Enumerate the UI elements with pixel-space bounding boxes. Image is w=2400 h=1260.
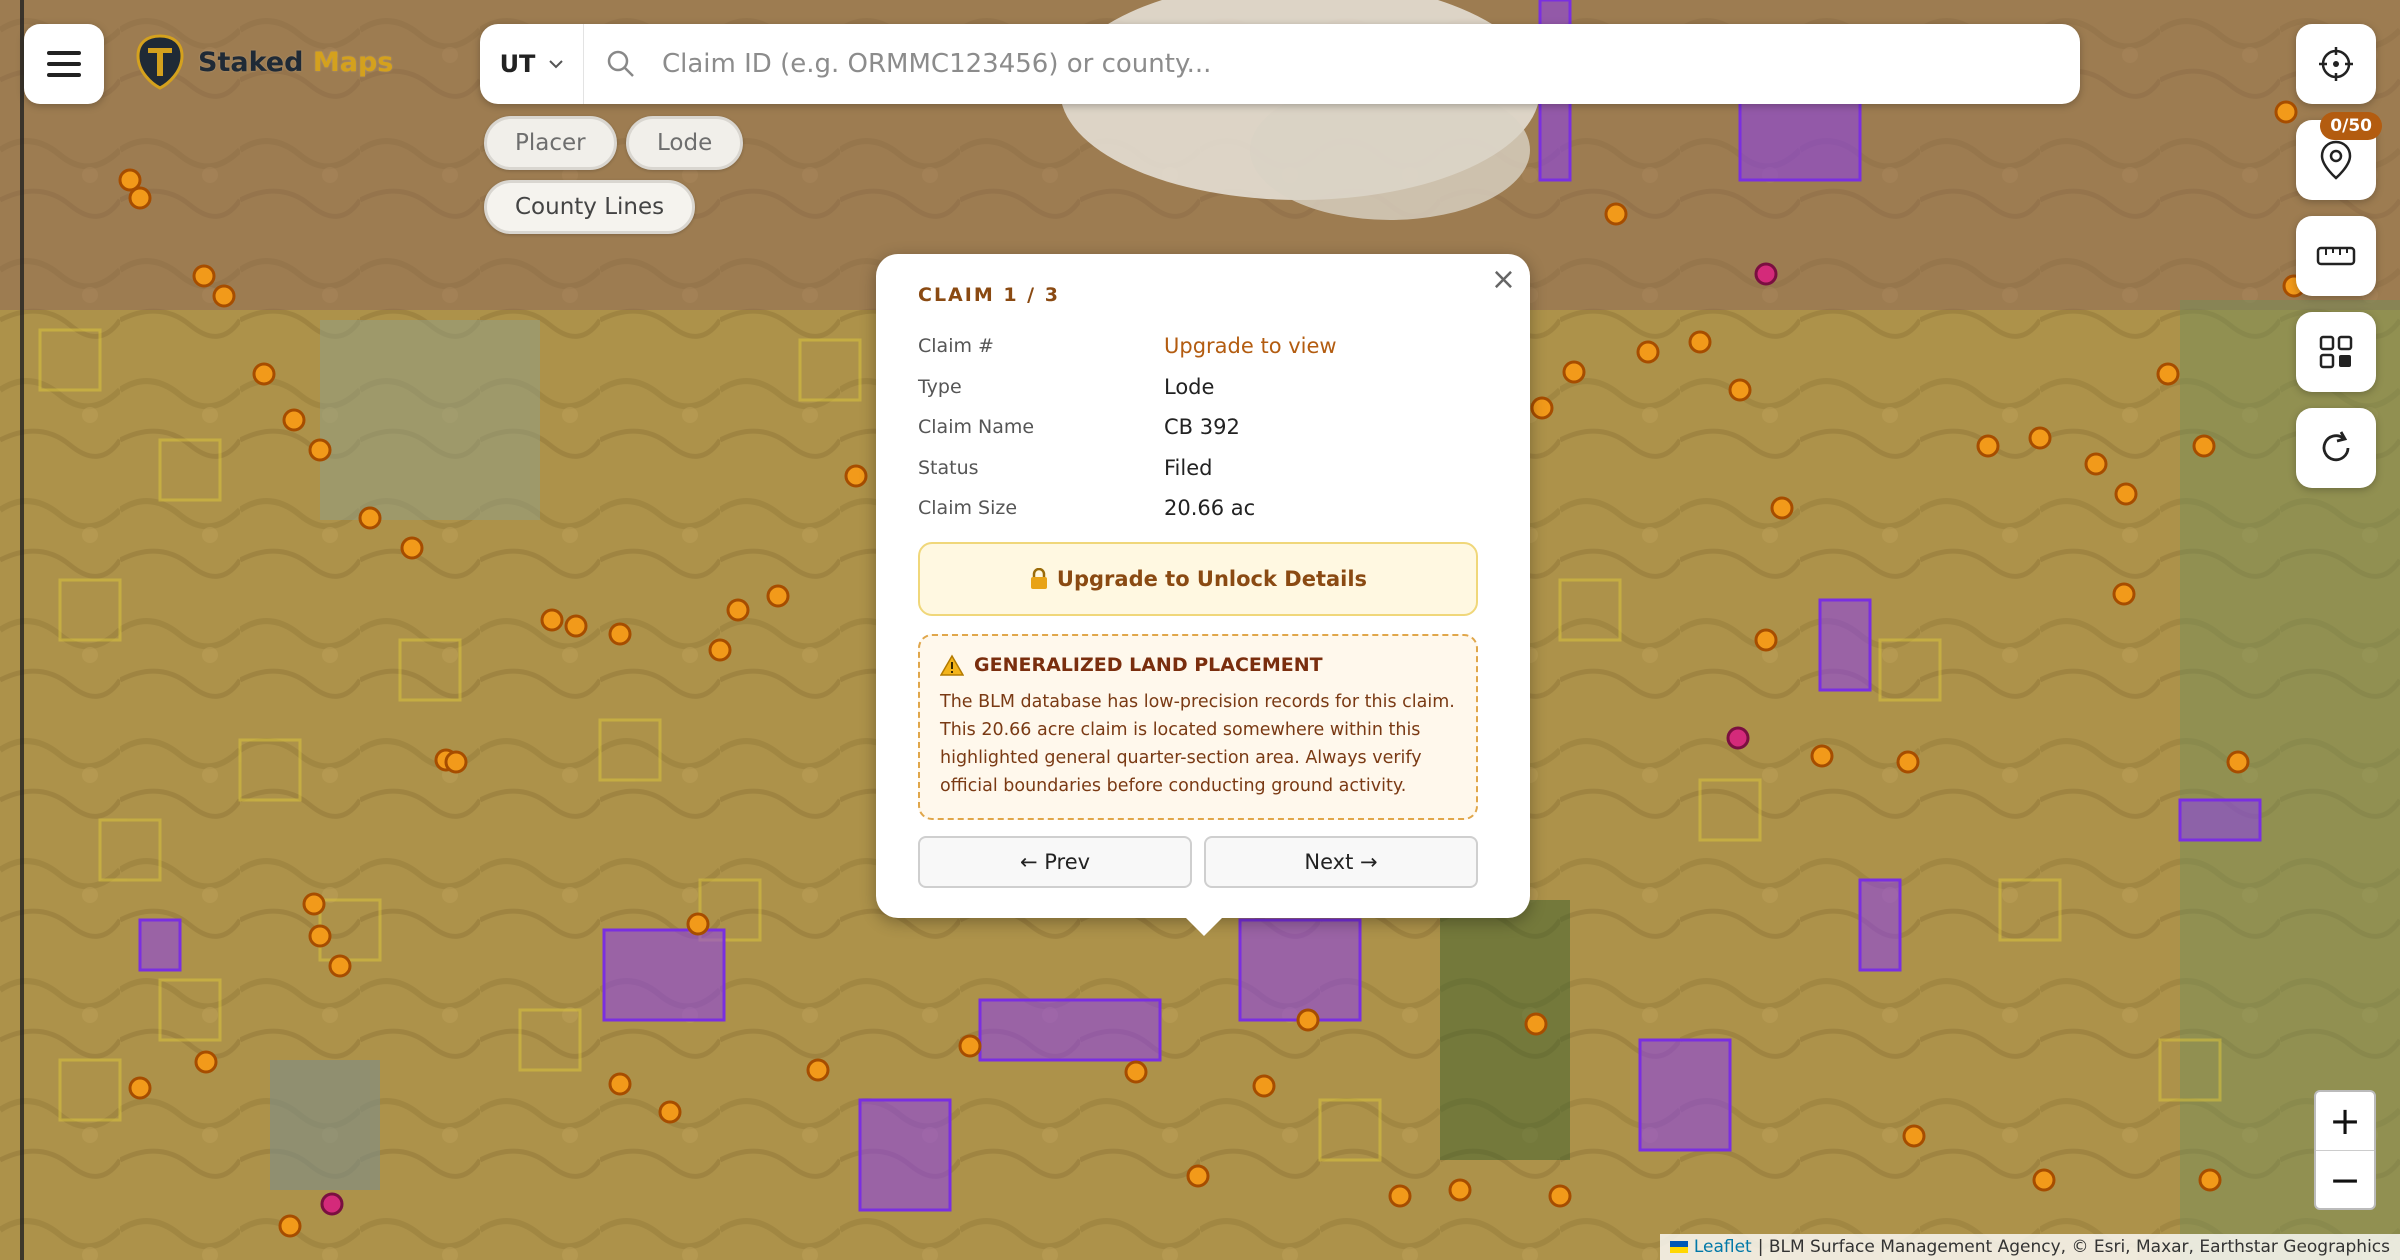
hamburger-icon [47, 51, 81, 77]
map-pin-icon [2320, 140, 2352, 180]
claim-type-value: Lode [1164, 374, 1215, 399]
chevron-down-icon [549, 60, 564, 69]
claim-status-row: Status Filed [918, 448, 1498, 489]
refresh-icon [2322, 431, 2350, 462]
claim-number-row: Claim # Upgrade to view [918, 326, 1498, 367]
leaflet-link[interactable]: Leaflet [1694, 1237, 1752, 1257]
warning-title: GENERALIZED LAND PLACEMENT [974, 654, 1323, 676]
search-input[interactable] [662, 49, 2062, 79]
attribution-text: | BLM Surface Management Agency, © Esri,… [1757, 1237, 2390, 1257]
locate-button[interactable] [2296, 24, 2376, 104]
zoom-control: + − [2314, 1090, 2376, 1210]
next-claim-button[interactable]: Next → [1204, 836, 1478, 888]
claim-name-value: CB 392 [1164, 415, 1240, 440]
lock-icon [1030, 568, 1047, 589]
layers-button[interactable] [2296, 312, 2376, 392]
claim-size-value: 20.66 ac [1164, 496, 1256, 521]
search-bar: UT [480, 24, 2080, 104]
placement-warning: GENERALIZED LAND PLACEMENT The BLM datab… [918, 634, 1478, 820]
county-lines-chip[interactable]: County Lines [484, 180, 696, 234]
measure-button[interactable] [2296, 216, 2376, 296]
crosshair-icon [2319, 47, 2353, 81]
upgrade-to-view-link[interactable]: Upgrade to view [1164, 334, 1337, 358]
claim-popup: × CLAIM 1 / 3 Claim # Upgrade to view Ty… [876, 254, 1530, 936]
filter-lode-chip[interactable]: Lode [626, 116, 744, 170]
claim-details: Claim # Upgrade to view Type Lode Claim … [918, 326, 1498, 529]
upgrade-unlock-button[interactable]: Upgrade to Unlock Details [918, 542, 1478, 616]
refresh-button[interactable] [2296, 408, 2376, 488]
claim-size-row: Claim Size 20.66 ac [918, 488, 1498, 529]
claim-status-value: Filed [1164, 455, 1213, 480]
upgrade-unlock-label: Upgrade to Unlock Details [1056, 567, 1368, 591]
pin-count-badge: 0/50 [2320, 112, 2382, 140]
claim-number-label: Claim # [918, 335, 994, 358]
app-title: Staked Maps [198, 46, 394, 78]
search-icon [606, 49, 646, 79]
ukraine-flag-icon [1669, 1241, 1688, 1253]
filter-placer-chip[interactable]: Placer [484, 116, 617, 170]
zoom-out-button[interactable]: − [2316, 1150, 2374, 1208]
close-icon[interactable]: × [1491, 262, 1516, 297]
grid-icon [2319, 335, 2353, 369]
prev-claim-button[interactable]: ← Prev [918, 836, 1192, 888]
warning-icon [940, 654, 964, 676]
shield-logo-icon [136, 34, 184, 90]
claim-name-row: Claim Name CB 392 [918, 407, 1498, 448]
warning-body: The BLM database has low-precision recor… [940, 692, 1455, 796]
claim-counter: CLAIM 1 / 3 [918, 284, 1060, 306]
map-attribution: Leaflet | BLM Surface Management Agency,… [1659, 1234, 2400, 1260]
menu-button[interactable] [24, 24, 104, 104]
claim-type-label: Type [918, 375, 962, 398]
claim-size-label: Claim Size [918, 497, 1018, 520]
claim-status-label: Status [918, 456, 979, 479]
state-select-value: UT [499, 50, 536, 78]
zoom-in-button[interactable]: + [2316, 1092, 2374, 1150]
claim-type-row: Type Lode [918, 367, 1498, 408]
ruler-icon [2316, 246, 2356, 266]
state-select[interactable]: UT [480, 24, 584, 104]
claim-name-label: Claim Name [918, 416, 1035, 439]
app-logo[interactable]: Staked Maps [136, 34, 393, 90]
